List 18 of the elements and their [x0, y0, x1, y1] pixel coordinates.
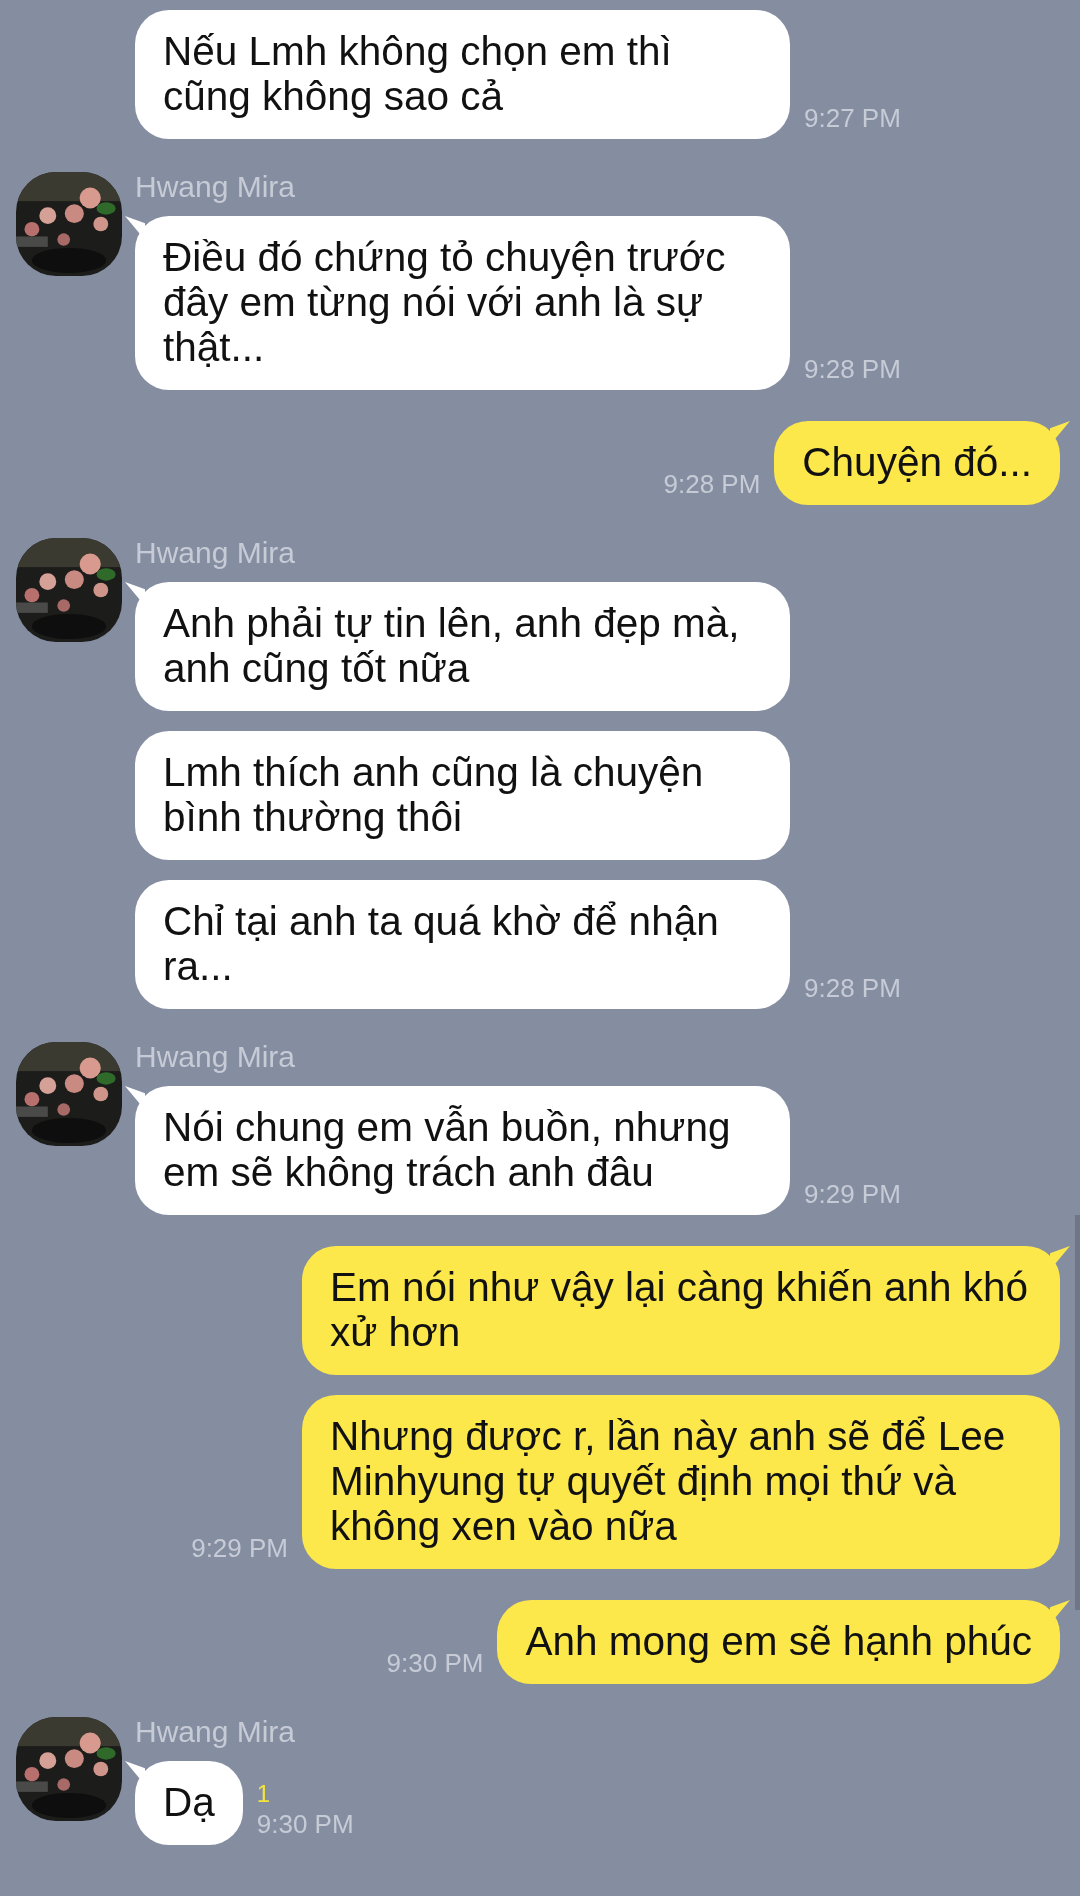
timestamp: 9:28 PM — [804, 354, 901, 384]
timestamp: 9:29 PM — [191, 1533, 288, 1563]
sender-name: Hwang Mira — [135, 536, 297, 570]
timestamp: 9:30 PM — [256, 1809, 354, 1839]
timestamp: 9:27 PM — [804, 103, 901, 133]
timestamp: 9:28 PM — [663, 469, 761, 499]
sender-name: Hwang Mira — [135, 1715, 297, 1749]
sender-name: Hwang Mira — [135, 170, 297, 204]
message-bubble: Nếu Lmh không chọn em thì cũng không sao cả — [135, 10, 790, 139]
timestamp: 9:29 PM — [804, 1179, 901, 1209]
timestamp: 9:28 PM — [804, 973, 901, 1003]
sender-name: Hwang Mira — [135, 1040, 297, 1074]
message-bubble: Nhưng được r, lần này anh sẽ để Lee Minhyung tự quyết định mọi thứ và không xen vào nữa — [302, 1395, 1060, 1569]
message-bubble: Lmh thích anh cũng là chuyện bình thường thôi — [135, 731, 790, 860]
message-bubble: Chỉ tại anh ta quá khờ để nhận ra... — [135, 880, 790, 1009]
scrollbar[interactable] — [1075, 1215, 1080, 1610]
timestamp: 9:30 PM — [386, 1648, 484, 1678]
unread-count: 1 — [256, 1779, 271, 1809]
